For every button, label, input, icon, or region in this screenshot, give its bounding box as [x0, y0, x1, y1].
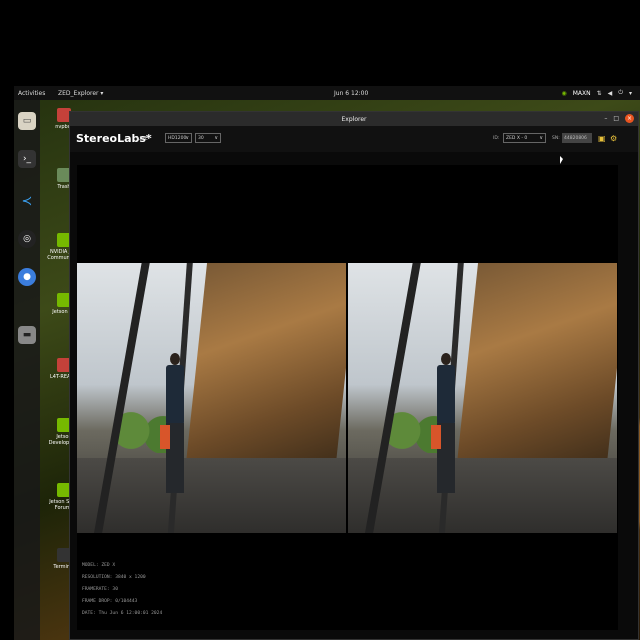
desktop: Activities ZED_Explorer ▾ Jun 6 12:00 ◉ …: [14, 86, 640, 640]
serial-number-field: 44820806: [562, 133, 592, 143]
info-frame-drop: FRAME DROP: 0/104443: [82, 599, 138, 604]
person-figure: [160, 353, 188, 503]
volume-icon[interactable]: ◀: [608, 90, 613, 97]
minimize-button[interactable]: –: [604, 115, 607, 122]
files-icon[interactable]: ▭: [18, 112, 36, 130]
chevron-down-icon: ∨: [539, 135, 543, 141]
maximize-button[interactable]: □: [613, 115, 619, 122]
obs-icon[interactable]: ◎: [18, 230, 36, 248]
activities-button[interactable]: Activities: [18, 90, 45, 97]
window-title: Explorer: [341, 115, 367, 123]
info-date: DATE: Thu Jun 6 12:00:01 2024: [82, 611, 163, 616]
id-label: ID:: [493, 136, 500, 141]
explorer-toolbar: StereoLabs* LIVE HD1200 ∨ 30 ∨ ID: ZED X…: [70, 126, 638, 152]
power-mode-label[interactable]: MAXN: [573, 90, 591, 97]
fps-value: 30: [198, 135, 204, 141]
vscode-icon[interactable]: ≺: [18, 192, 36, 210]
live-badge: LIVE: [137, 136, 148, 142]
person-figure: [431, 353, 459, 503]
network-icon[interactable]: ⇅: [597, 90, 602, 97]
disk-icon[interactable]: ▬: [18, 326, 36, 344]
app-menu[interactable]: ZED_Explorer ▾: [58, 90, 103, 97]
info-resolution: RESOLUTION: 3840 x 1200: [82, 575, 146, 580]
clock[interactable]: Jun 6 12:00: [334, 90, 368, 97]
nvidia-tray-icon[interactable]: ◉: [561, 90, 566, 97]
dock: ▭ ›_ ≺ ◎ ● ▬: [14, 100, 40, 640]
chromium-icon[interactable]: ●: [18, 268, 36, 286]
close-button[interactable]: ×: [625, 114, 634, 123]
info-model: MODEL: ZED X: [82, 563, 116, 568]
top-bar: Activities ZED_Explorer ▾ Jun 6 12:00 ◉ …: [14, 86, 640, 100]
fps-select[interactable]: 30 ∨: [195, 133, 221, 143]
record-icon[interactable]: ▣: [598, 134, 607, 143]
right-camera-view: [348, 263, 617, 533]
sn-label: SN:: [552, 136, 560, 141]
camera-info-panel: MODEL: ZED X RESOLUTION: 3840 x 1200 FRA…: [82, 560, 162, 620]
mouse-cursor-icon: [560, 156, 563, 164]
resolution-value: HD1200: [168, 135, 187, 141]
power-icon[interactable]: ⏻: [618, 89, 623, 97]
resolution-select[interactable]: HD1200 ∨: [165, 133, 192, 143]
menu-chevron-icon[interactable]: ▾: [629, 90, 632, 97]
chevron-down-icon: ∨: [185, 135, 189, 141]
camera-select[interactable]: ZED X - 0 ∨: [503, 133, 546, 143]
terminal-icon[interactable]: ›_: [18, 150, 36, 168]
explorer-window: Explorer – □ × StereoLabs* LIVE HD1200 ∨…: [69, 111, 639, 640]
screen: Activities ZED_Explorer ▾ Jun 6 12:00 ◉ …: [0, 0, 640, 640]
window-titlebar[interactable]: Explorer – □ ×: [70, 112, 638, 126]
video-viewer: MODEL: ZED X RESOLUTION: 3840 x 1200 FRA…: [77, 165, 618, 630]
system-tray[interactable]: ◉ MAXN ⇅ ◀ ⏻ ▾: [561, 89, 632, 97]
settings-gear-icon[interactable]: ⚙: [610, 134, 619, 143]
camera-value: ZED X - 0: [506, 135, 528, 141]
left-camera-view: [77, 263, 346, 533]
info-framerate: FRAMERATE: 30: [82, 587, 118, 592]
chevron-down-icon: ∨: [214, 135, 218, 141]
window-controls: – □ ×: [604, 114, 634, 123]
